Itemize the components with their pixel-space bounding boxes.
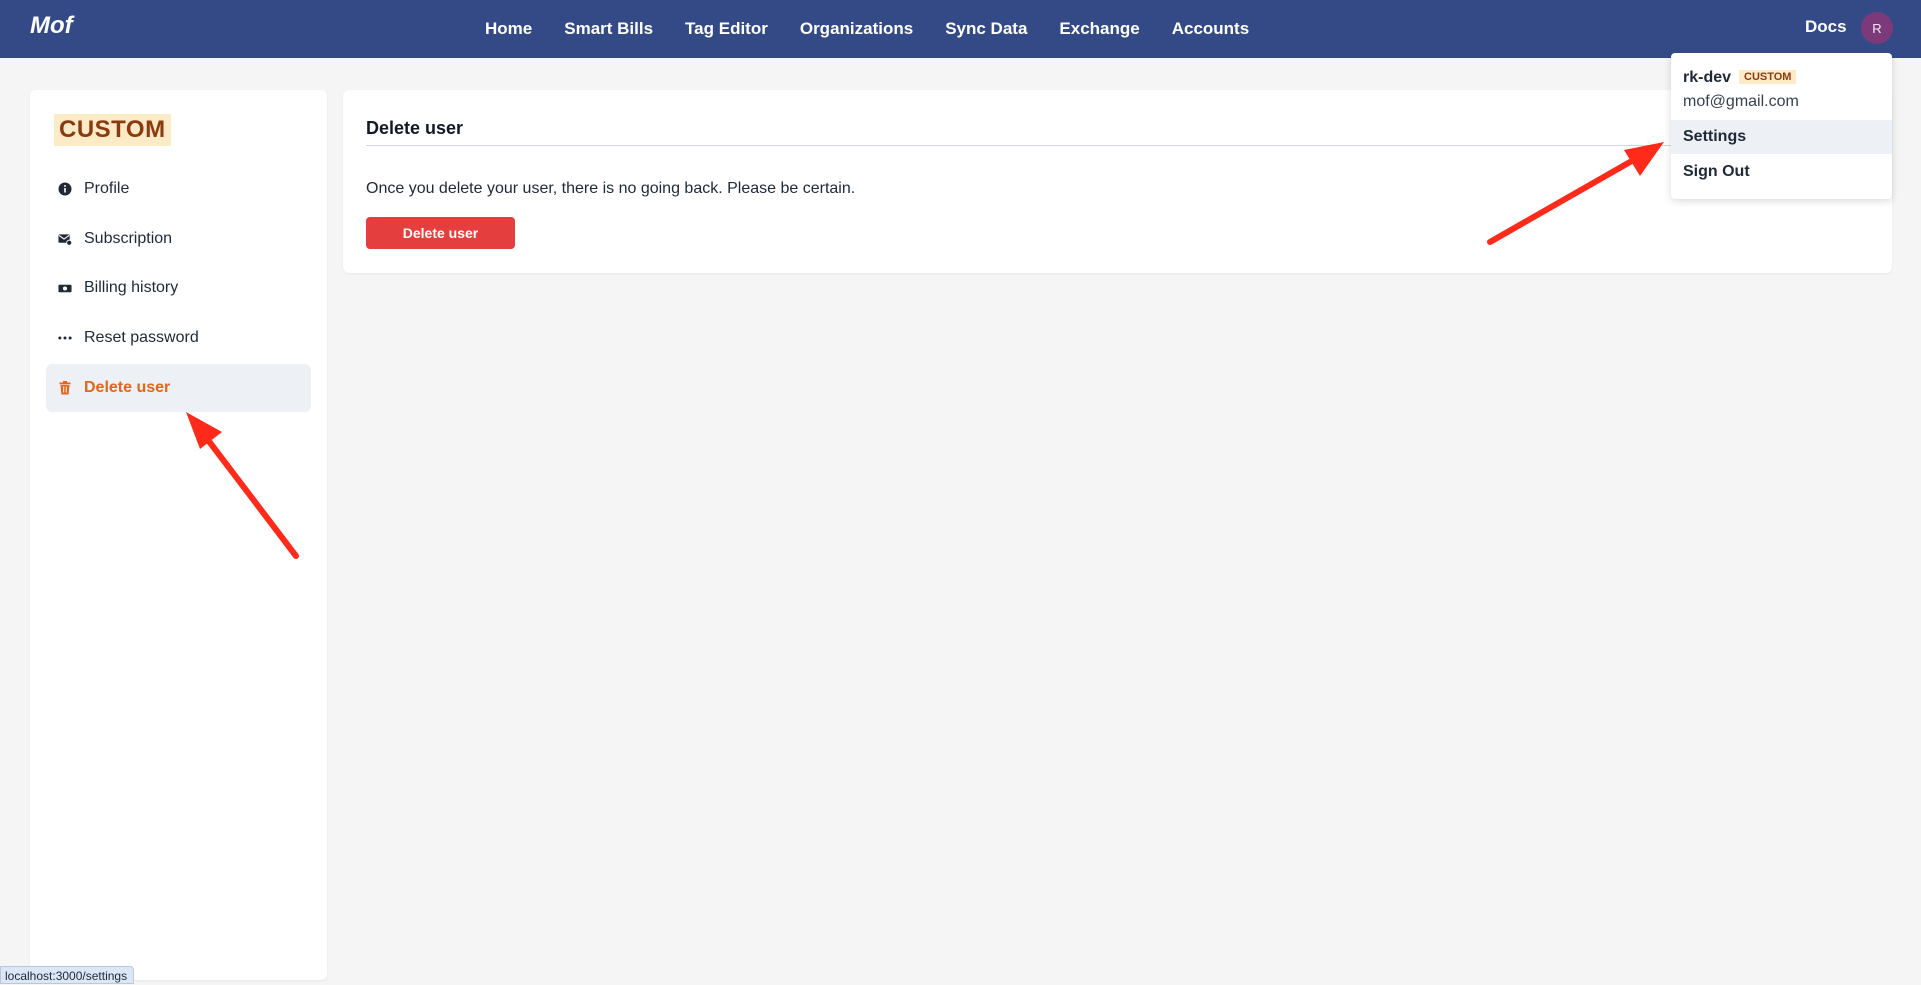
- nav-home[interactable]: Home: [485, 19, 532, 39]
- nav-accounts[interactable]: Accounts: [1172, 19, 1249, 39]
- top-navbar: Mof Home Smart Bills Tag Editor Organiza…: [0, 0, 1921, 58]
- sidebar-item-label: Delete user: [84, 379, 171, 396]
- dropdown-username: rk-dev: [1683, 69, 1732, 86]
- sidebar-item-billing-history[interactable]: Billing history: [46, 264, 311, 312]
- sidebar-item-label: Billing history: [84, 279, 179, 296]
- envelope-badge-icon: [58, 232, 72, 246]
- sidebar-item-delete-user[interactable]: Delete user: [46, 364, 311, 412]
- delete-user-card: Delete user Once you delete your user, t…: [343, 90, 1892, 273]
- nav-exchange[interactable]: Exchange: [1059, 19, 1139, 39]
- section-divider: [366, 145, 1866, 146]
- info-circle-icon: [58, 182, 72, 196]
- dropdown-item-sign-out[interactable]: Sign Out: [1671, 155, 1892, 189]
- sidebar-item-label: Subscription: [84, 230, 173, 247]
- main-nav: Home Smart Bills Tag Editor Organization…: [485, 0, 1281, 58]
- trash-icon: [58, 381, 72, 395]
- password-dots-icon: [58, 331, 72, 345]
- sidebar-item-reset-password[interactable]: Reset password: [46, 314, 311, 362]
- money-bill-icon: [58, 281, 72, 295]
- dropdown-email: mof@gmail.com: [1683, 93, 1799, 110]
- warning-text: Once you delete your user, there is no g…: [366, 180, 856, 197]
- brand-logo[interactable]: Mof: [30, 12, 73, 40]
- plan-badge: CUSTOM: [54, 114, 171, 146]
- section-title: Delete user: [366, 118, 464, 138]
- nav-sync-data[interactable]: Sync Data: [945, 19, 1027, 39]
- nav-docs[interactable]: Docs: [1805, 17, 1847, 37]
- sidebar-item-label: Profile: [84, 180, 130, 197]
- nav-tag-editor[interactable]: Tag Editor: [685, 19, 768, 39]
- user-dropdown-menu: rk-dev CUSTOM mof@gmail.com Settings Sig…: [1671, 53, 1892, 199]
- status-bar-url: localhost:3000/settings: [0, 966, 135, 984]
- nav-smart-bills[interactable]: Smart Bills: [564, 19, 653, 39]
- nav-organizations[interactable]: Organizations: [800, 19, 913, 39]
- user-avatar[interactable]: R: [1861, 12, 1893, 44]
- sidebar-item-profile[interactable]: Profile: [46, 165, 311, 213]
- sidebar-item-label: Reset password: [84, 329, 199, 346]
- dropdown-plan-badge: CUSTOM: [1739, 70, 1797, 84]
- delete-user-button[interactable]: Delete user: [366, 217, 515, 249]
- dropdown-item-settings[interactable]: Settings: [1671, 120, 1892, 154]
- sidebar-item-subscription[interactable]: Subscription: [46, 215, 311, 263]
- settings-sidebar: CUSTOM Profile Subscription Billing hist…: [30, 90, 327, 980]
